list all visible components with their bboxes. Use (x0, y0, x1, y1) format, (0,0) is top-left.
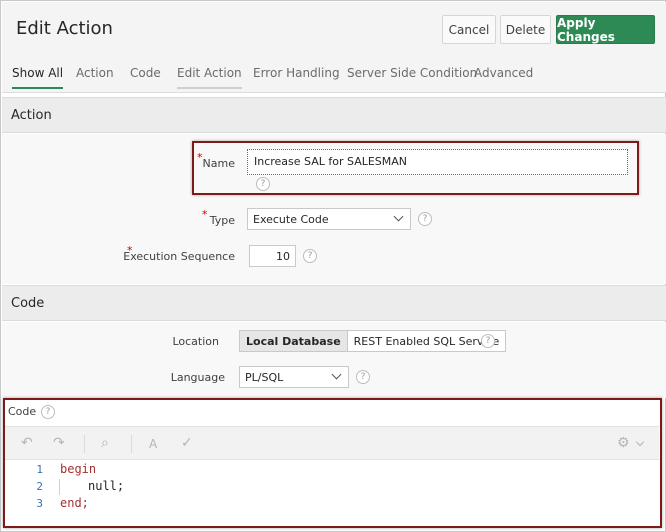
type-select-value: Execute Code (253, 213, 329, 226)
code-editor-toolbar: ↶ ↷ ⌕ A ✓ ⚙ (5, 426, 659, 460)
tab-bar: Show All Action Code Edit Action Error H… (2, 56, 666, 93)
action-section-header: Action (2, 97, 666, 133)
execution-sequence-label: Execution Sequence (123, 250, 235, 263)
line-number: 1 (36, 463, 43, 476)
toolbar-divider (84, 435, 85, 453)
code-keyword: begin (60, 462, 97, 476)
format-icon[interactable]: A (149, 437, 157, 451)
search-icon[interactable]: ⌕ (101, 435, 109, 451)
code-help-icon[interactable]: ? (41, 405, 55, 419)
name-input[interactable]: Increase SAL for SALESMAN (247, 149, 628, 175)
name-help-icon[interactable]: ? (256, 177, 270, 191)
location-help-icon[interactable]: ? (481, 334, 495, 348)
type-help-icon[interactable]: ? (418, 212, 432, 226)
tab-advanced[interactable]: Advanced (474, 66, 533, 87)
cancel-button[interactable]: Cancel (442, 15, 496, 44)
location-label: Location (172, 335, 219, 348)
apply-changes-button[interactable]: Apply Changes (556, 15, 655, 44)
tab-edit-action[interactable]: Edit Action (177, 66, 242, 89)
language-select[interactable]: PL/SQL (239, 366, 349, 388)
language-select-value: PL/SQL (245, 371, 284, 384)
code-keyword: end; (60, 496, 89, 510)
name-label: Name (202, 157, 235, 170)
sequence-help-icon[interactable]: ? (303, 249, 317, 263)
undo-icon[interactable]: ↶ (21, 435, 33, 451)
code-editor-label: Code (8, 405, 37, 418)
chevron-down-icon[interactable] (635, 437, 645, 447)
line-number: 2 (36, 480, 43, 493)
tab-server-side-condition[interactable]: Server Side Condition (347, 66, 477, 87)
toolbar-divider (131, 435, 132, 453)
line-number: 3 (36, 497, 43, 510)
delete-button[interactable]: Delete (500, 15, 551, 44)
settings-icon[interactable]: ⚙ (617, 435, 630, 451)
type-label: Type (209, 214, 235, 227)
indent-guide (59, 479, 60, 495)
code-section-title: Code (11, 296, 45, 311)
chevron-down-icon (393, 211, 404, 222)
dialog-header: Edit Action Cancel Delete Apply Changes (2, 2, 666, 56)
code-editor[interactable]: 1 begin 2 null; 3 end; (5, 461, 659, 523)
tab-show-all[interactable]: Show All (12, 66, 64, 89)
page-title: Edit Action (16, 18, 113, 39)
edit-action-dialog: Edit Action Cancel Delete Apply Changes … (0, 0, 666, 532)
chevron-down-icon (331, 369, 342, 380)
location-local-database-option[interactable]: Local Database (240, 331, 348, 351)
type-select[interactable]: Execute Code (247, 208, 411, 230)
tab-code[interactable]: Code (130, 66, 161, 87)
code-text: null; (88, 479, 125, 493)
location-toggle: Local Database REST Enabled SQL Service (239, 330, 507, 352)
code-section-header: Code (2, 285, 666, 321)
action-section-title: Action (11, 108, 52, 123)
validate-icon[interactable]: ✓ (181, 435, 193, 451)
tab-error-handling[interactable]: Error Handling (253, 66, 340, 87)
execution-sequence-input[interactable]: 10 (249, 245, 296, 267)
tab-action[interactable]: Action (76, 66, 114, 87)
language-help-icon[interactable]: ? (356, 370, 370, 384)
redo-icon[interactable]: ↷ (53, 435, 65, 451)
language-label: Language (170, 371, 225, 384)
